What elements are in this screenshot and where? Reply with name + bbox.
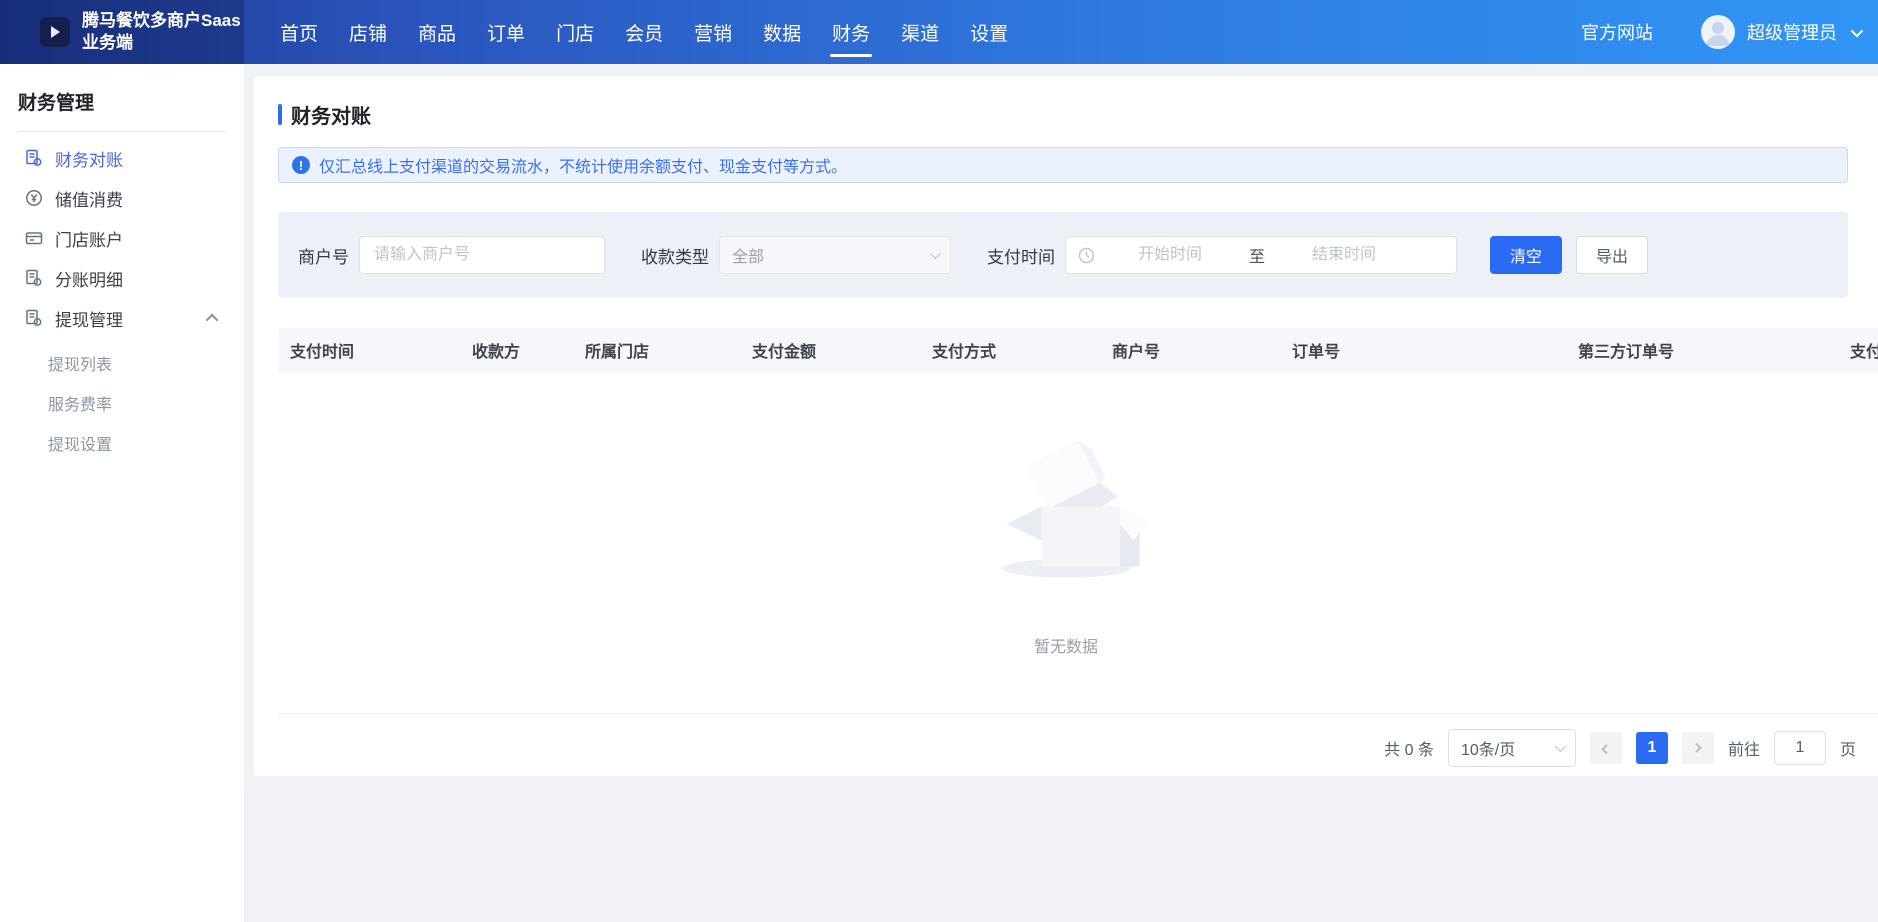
goto-page-input[interactable] bbox=[1774, 731, 1826, 765]
nav-item-order[interactable]: 订单 bbox=[485, 0, 527, 64]
empty-box-illustration bbox=[984, 424, 1149, 589]
nav-item-shop[interactable]: 店铺 bbox=[347, 0, 389, 64]
withdraw-submenu: 提现列表 服务费率 提现设置 bbox=[0, 338, 244, 466]
col-merchant-id: 商户号 bbox=[1100, 338, 1280, 362]
col-pay-time: 支付时间 bbox=[278, 338, 460, 362]
payment-type-value: 全部 bbox=[732, 243, 930, 267]
payment-type-select[interactable]: 全部 bbox=[719, 236, 951, 274]
nav-item-settings[interactable]: 设置 bbox=[968, 0, 1010, 64]
page-size-select[interactable]: 10条/页 bbox=[1448, 729, 1576, 767]
nav-item-channel[interactable]: 渠道 bbox=[899, 0, 941, 64]
sidebar-subitem-withdraw-list[interactable]: 提现列表 bbox=[48, 346, 140, 386]
empty-text: 暂无数据 bbox=[1034, 633, 1098, 657]
ledger-coin-icon bbox=[24, 308, 44, 328]
app-logo bbox=[40, 17, 70, 47]
sidebar-title: 财务管理 bbox=[0, 82, 244, 131]
info-alert: ! 仅汇总线上支付渠道的交易流水，不统计使用余额支付、现金支付等方式。 bbox=[278, 147, 1848, 183]
total-count: 共 0 条 bbox=[1384, 736, 1434, 760]
sidebar-item-label: 提现管理 bbox=[55, 306, 123, 331]
ledger-coin-icon bbox=[24, 268, 44, 288]
export-button[interactable]: 导出 bbox=[1576, 236, 1648, 274]
info-icon: ! bbox=[292, 156, 310, 174]
yen-circle-icon bbox=[24, 188, 44, 208]
nav-item-member[interactable]: 会员 bbox=[623, 0, 665, 64]
sidebar-item-store-account[interactable]: 门店账户 bbox=[0, 218, 244, 258]
col-store: 所属门店 bbox=[573, 338, 740, 362]
merchant-id-input[interactable] bbox=[359, 236, 605, 274]
clear-button[interactable]: 清空 bbox=[1490, 236, 1562, 274]
sidebar-subitem-service-rate[interactable]: 服务费率 bbox=[48, 386, 140, 426]
end-time-input[interactable] bbox=[1269, 246, 1419, 264]
next-page-button[interactable] bbox=[1682, 732, 1714, 764]
app-title: 腾马餐饮多商户Saas业务端 bbox=[82, 10, 244, 54]
sidebar-item-label: 财务对账 bbox=[55, 146, 123, 171]
sidebar-subitem-withdraw-settings[interactable]: 提现设置 bbox=[48, 426, 140, 466]
pay-time-range-picker[interactable]: 至 bbox=[1065, 236, 1457, 274]
page-unit-label: 页 bbox=[1840, 736, 1856, 760]
sidebar-item-split-detail[interactable]: 分账明细 bbox=[0, 258, 244, 298]
sidebar-divider bbox=[18, 131, 226, 132]
empty-state: 暂无数据 bbox=[278, 372, 1854, 713]
avatar[interactable] bbox=[1701, 15, 1735, 49]
clock-icon bbox=[1078, 247, 1095, 264]
sidebar-item-label: 储值消费 bbox=[55, 186, 123, 211]
reconciliation-card: 财务对账 ! 仅汇总线上支付渠道的交易流水，不统计使用余额支付、现金支付等方式。… bbox=[254, 76, 1878, 776]
page-size-value: 10条/页 bbox=[1461, 736, 1555, 760]
pay-time-label: 支付时间 bbox=[987, 243, 1055, 268]
topbar-right: 官方网站 超级管理员 bbox=[1581, 0, 1878, 64]
goto-label: 前往 bbox=[1728, 736, 1760, 760]
nav-item-product[interactable]: 商品 bbox=[416, 0, 458, 64]
payment-type-label: 收款类型 bbox=[641, 243, 709, 268]
pagination: 共 0 条 10条/页 1 前往 页 bbox=[278, 714, 1878, 776]
sidebar-item-label: 分账明细 bbox=[55, 266, 123, 291]
user-name[interactable]: 超级管理员 bbox=[1747, 19, 1837, 45]
page-number-current[interactable]: 1 bbox=[1636, 732, 1668, 764]
col-order-id: 订单号 bbox=[1280, 338, 1566, 362]
merchant-id-label: 商户号 bbox=[298, 243, 349, 268]
prev-page-button[interactable] bbox=[1590, 732, 1622, 764]
title-accent-bar bbox=[278, 104, 282, 125]
alert-text: 仅汇总线上支付渠道的交易流水，不统计使用余额支付、现金支付等方式。 bbox=[319, 153, 847, 177]
nav-item-finance[interactable]: 财务 bbox=[830, 0, 872, 64]
sidebar: 财务管理 财务对账 储值消费 门店账户 bbox=[0, 64, 244, 922]
main-nav: 首页 店铺 商品 订单 门店 会员 营销 数据 财务 渠道 设置 bbox=[244, 0, 1010, 64]
main-content: 财务对账 ! 仅汇总线上支付渠道的交易流水，不统计使用余额支付、现金支付等方式。… bbox=[244, 64, 1878, 922]
logo-area: 腾马餐饮多商户Saas业务端 bbox=[0, 0, 244, 64]
chevron-down-icon bbox=[1555, 741, 1566, 752]
page-title-text: 财务对账 bbox=[291, 100, 371, 129]
table-header-row: 支付时间 收款方 所属门店 支付金额 支付方式 商户号 订单号 第三方订单号 支… bbox=[278, 328, 1878, 372]
chevron-right-icon bbox=[1692, 742, 1702, 752]
app-root: 腾马餐饮多商户Saas业务端 首页 店铺 商品 订单 门店 会员 营销 数据 财… bbox=[0, 0, 1878, 922]
page-title: 财务对账 bbox=[278, 100, 1878, 129]
chevron-down-icon[interactable] bbox=[1851, 24, 1864, 37]
start-time-input[interactable] bbox=[1095, 246, 1245, 264]
official-site-link[interactable]: 官方网站 bbox=[1581, 19, 1653, 45]
topbar: 腾马餐饮多商户Saas业务端 首页 店铺 商品 订单 门店 会员 营销 数据 财… bbox=[0, 0, 1878, 64]
nav-item-home[interactable]: 首页 bbox=[278, 0, 320, 64]
range-separator: 至 bbox=[1245, 243, 1269, 267]
chevron-left-icon bbox=[1602, 744, 1612, 754]
chevron-down-icon bbox=[930, 248, 941, 259]
col-pay-clipped: 支付 bbox=[1838, 338, 1878, 362]
sidebar-item-stored-value[interactable]: 储值消费 bbox=[0, 178, 244, 218]
col-amount: 支付金额 bbox=[740, 338, 920, 362]
ledger-coin-icon bbox=[24, 148, 44, 168]
sidebar-item-withdraw-management[interactable]: 提现管理 bbox=[0, 298, 244, 338]
nav-item-marketing[interactable]: 营销 bbox=[692, 0, 734, 64]
sidebar-item-reconciliation[interactable]: 财务对账 bbox=[0, 138, 244, 178]
nav-item-store[interactable]: 门店 bbox=[554, 0, 596, 64]
filter-bar: 商户号 收款类型 全部 支付时间 至 bbox=[278, 212, 1848, 298]
col-third-party-order-id: 第三方订单号 bbox=[1566, 338, 1838, 362]
chevron-up-icon[interactable] bbox=[206, 313, 219, 326]
nav-item-data[interactable]: 数据 bbox=[761, 0, 803, 64]
col-pay-method: 支付方式 bbox=[920, 338, 1100, 362]
sidebar-item-label: 门店账户 bbox=[55, 226, 123, 251]
logo-mark-icon bbox=[51, 26, 60, 38]
wallet-icon bbox=[24, 228, 44, 248]
user-icon bbox=[1701, 15, 1735, 49]
col-payee: 收款方 bbox=[460, 338, 573, 362]
